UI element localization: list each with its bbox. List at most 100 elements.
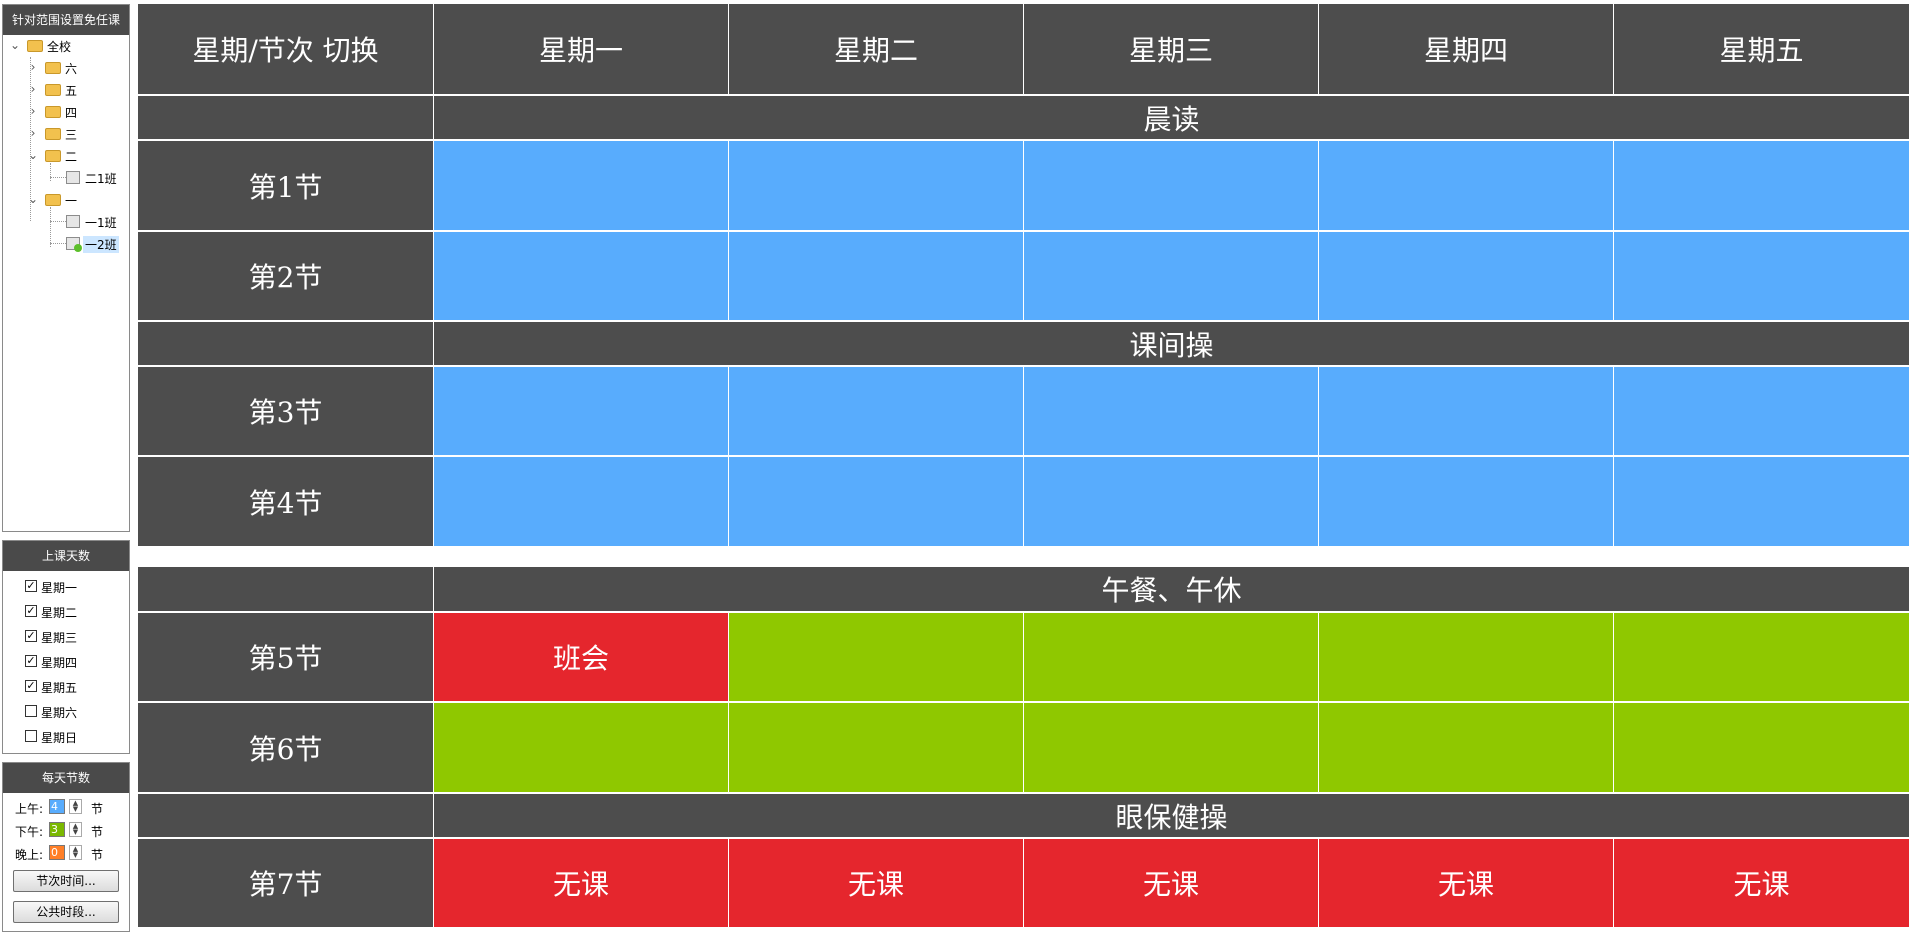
weekday-period-toggle[interactable]: 星期/节次 切换 [138,4,433,94]
slot-p1-thu[interactable] [1319,141,1613,230]
break-row-label [138,567,433,611]
checkbox-checked-icon[interactable]: ✓ [25,630,37,642]
tree-node-label: 二 [65,150,78,164]
slot-p3-thu[interactable] [1319,367,1613,455]
tree-node-label: 一2班 [83,236,119,253]
slot-p6-thu[interactable] [1319,703,1613,792]
checkbox-label: 星期五 [41,681,78,695]
day-checkbox-mon[interactable]: ✓ 星期一 [3,574,129,599]
period-2-label: 第2节 [138,232,433,320]
slot-p3-wed[interactable] [1024,367,1318,455]
school-days-panel: 上课天数 ✓ 星期一 ✓ 星期二 ✓ 星期三 ✓ 星期四 ✓ 星期五 星期六 星期日 [2,540,130,754]
checkbox-label: 星期一 [41,581,78,595]
tree-node-grade-4[interactable]: › 四 [3,101,129,123]
afternoon-spinner[interactable]: ▲ ▼ [69,822,82,837]
period-1-label: 第1节 [138,141,433,230]
checkbox-checked-icon[interactable]: ✓ [25,655,37,667]
slot-p4-mon[interactable] [434,457,728,546]
checkbox-checked-icon[interactable]: ✓ [25,605,37,617]
tree-node-grade-6[interactable]: › 六 [3,57,129,79]
slot-p5-wed[interactable] [1024,613,1318,701]
slot-p7-fri[interactable]: 无课 [1614,839,1909,927]
slot-p1-mon[interactable] [434,141,728,230]
slot-p3-fri[interactable] [1614,367,1909,455]
tree-node-class-2-1[interactable]: 二1班 [3,167,129,189]
slot-p6-mon[interactable] [434,703,728,792]
evening-periods-input[interactable]: 0 [49,845,65,860]
common-time-button[interactable]: 公共时段... [13,901,119,923]
morning-periods-row: 上午: 4 ▲ ▼ 节 [3,795,129,818]
afternoon-periods-row: 下午: 3 ▲ ▼ 节 [3,818,129,841]
slot-p2-thu[interactable] [1319,232,1613,320]
tree-node-grade-5[interactable]: › 五 [3,79,129,101]
collapse-icon[interactable]: ⌄ [27,193,39,205]
collapse-icon[interactable]: ⌄ [9,39,21,51]
tree-node-grade-1[interactable]: ⌄ 一 [3,189,129,211]
slot-p6-wed[interactable] [1024,703,1318,792]
slot-p5-tue[interactable] [729,613,1023,701]
school-days-title: 上课天数 [3,541,129,571]
slot-p5-mon[interactable]: 班会 [434,613,728,701]
slot-p6-tue[interactable] [729,703,1023,792]
slot-p1-wed[interactable] [1024,141,1318,230]
tree-node-school[interactable]: ⌄ 全校 [3,35,129,57]
day-checkbox-wed[interactable]: ✓ 星期三 [3,624,129,649]
tree-node-class-1-2[interactable]: 一2班 [3,233,129,255]
tree-node-grade-2[interactable]: ⌄ 二 [3,145,129,167]
slot-p2-fri[interactable] [1614,232,1909,320]
afternoon-periods-input[interactable]: 3 [49,822,65,837]
slot-p4-fri[interactable] [1614,457,1909,546]
collapse-icon[interactable]: ⌄ [27,149,39,161]
tree-node-label: 三 [65,128,78,142]
day-checkbox-sat[interactable]: 星期六 [3,699,129,724]
morning-spinner[interactable]: ▲ ▼ [69,799,82,814]
slot-p3-mon[interactable] [434,367,728,455]
checkbox-unchecked-icon[interactable] [25,730,37,742]
slot-p2-tue[interactable] [729,232,1023,320]
slot-p3-tue[interactable] [729,367,1023,455]
slot-p5-thu[interactable] [1319,613,1613,701]
scope-tree: ⌄ 全校 › 六 › 五 › 四 › 三 ⌄ 二 二1班 ⌄ 一 一1班 一2班 [3,35,129,255]
tree-node-label: 四 [65,106,78,120]
daily-periods-panel: 每天节数 上午: 4 ▲ ▼ 节 下午: 3 ▲ ▼ 节 晚上: 0 ▲ ▼ 节 节次… [2,762,130,932]
slot-p2-mon[interactable] [434,232,728,320]
slot-p4-tue[interactable] [729,457,1023,546]
slot-p7-mon[interactable]: 无课 [434,839,728,927]
slot-p7-tue[interactable]: 无课 [729,839,1023,927]
slot-p4-thu[interactable] [1319,457,1613,546]
header-tuesday: 星期二 [729,4,1023,94]
expand-icon[interactable]: › [27,83,39,95]
folder-icon [45,194,61,206]
scope-tree-title: 针对范围设置免任课 [3,5,129,35]
period-4-label: 第4节 [138,457,433,546]
slot-p1-fri[interactable] [1614,141,1909,230]
period-time-button[interactable]: 节次时间... [13,870,119,892]
day-checkbox-fri[interactable]: ✓ 星期五 [3,674,129,699]
slot-p2-wed[interactable] [1024,232,1318,320]
expand-icon[interactable]: › [27,61,39,73]
day-checkbox-tue[interactable]: ✓ 星期二 [3,599,129,624]
slot-p1-tue[interactable] [729,141,1023,230]
slot-p7-thu[interactable]: 无课 [1319,839,1613,927]
tree-node-class-1-1[interactable]: 一1班 [3,211,129,233]
slot-p6-fri[interactable] [1614,703,1909,792]
tree-node-grade-3[interactable]: › 三 [3,123,129,145]
slot-p5-fri[interactable] [1614,613,1909,701]
checkbox-checked-icon[interactable]: ✓ [25,680,37,692]
slot-p7-wed[interactable]: 无课 [1024,839,1318,927]
morning-periods-input[interactable]: 4 [49,799,65,814]
class-selected-icon [66,237,82,252]
slot-p4-wed[interactable] [1024,457,1318,546]
day-checkbox-thu[interactable]: ✓ 星期四 [3,649,129,674]
checkbox-checked-icon[interactable]: ✓ [25,580,37,592]
expand-icon[interactable]: › [27,127,39,139]
header-wednesday: 星期三 [1024,4,1318,94]
checkbox-label: 星期三 [41,631,78,645]
checkbox-label: 星期日 [41,731,78,745]
expand-icon[interactable]: › [27,105,39,117]
day-checkbox-sun[interactable]: 星期日 [3,724,129,749]
checkbox-unchecked-icon[interactable] [25,705,37,717]
evening-spinner[interactable]: ▲ ▼ [69,845,82,860]
daily-periods-title: 每天节数 [3,763,129,793]
tree-node-label: 二1班 [85,172,117,186]
